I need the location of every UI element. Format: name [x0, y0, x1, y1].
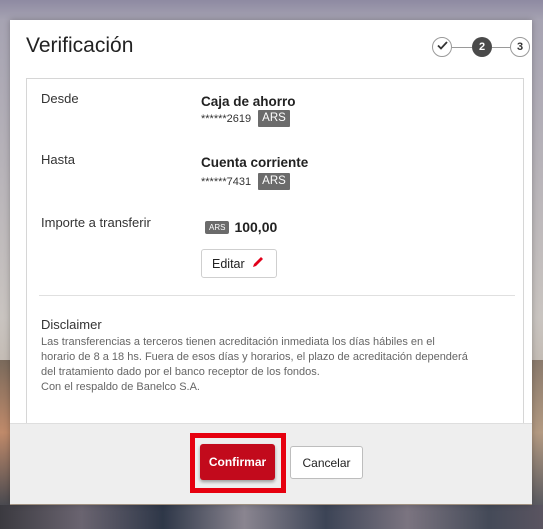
disclaimer-line: Con el respaldo de Banelco S.A. [41, 381, 200, 393]
amount-label: Importe a transferir [41, 215, 151, 230]
to-currency-badge: ARS [258, 173, 290, 190]
edit-button[interactable]: Editar [201, 249, 277, 278]
disclaimer-line: horario de 8 a 18 hs. Fuera de esos días… [41, 351, 468, 363]
cancel-button[interactable]: Cancelar [290, 446, 363, 479]
background-image-right [532, 360, 543, 505]
verification-modal: Verificación 2 3 Desde Caja de ahorro **… [10, 20, 532, 504]
background-image-left [0, 360, 10, 505]
modal-title: Verificación [26, 34, 134, 57]
step-2-current: 2 [472, 37, 492, 57]
modal-footer: Confirmar Cancelar [10, 423, 532, 504]
to-account-details: ******7431 ARS [201, 173, 290, 190]
step-indicator: 2 3 [428, 37, 530, 57]
disclaimer-line: Las transferencias a terceros tienen acr… [41, 336, 435, 348]
transfer-summary: Desde Caja de ahorro ******2619 ARS Hast… [26, 78, 524, 423]
pencil-icon [251, 255, 265, 272]
step-1-completed [432, 37, 452, 57]
from-currency-badge: ARS [258, 110, 290, 127]
background-image-bottom [0, 505, 543, 529]
divider [39, 295, 515, 296]
from-account-number: ******2619 [201, 112, 252, 125]
edit-button-label: Editar [212, 256, 245, 271]
to-label: Hasta [41, 152, 75, 167]
amount-currency-badge: ARS [205, 220, 230, 234]
from-label: Desde [41, 91, 79, 106]
step-3-pending: 3 [510, 37, 530, 57]
to-account-number: ******7431 [201, 175, 252, 188]
amount: ARS 100,00 [205, 219, 277, 235]
step-connector [492, 47, 510, 48]
step-connector [452, 47, 472, 48]
from-account-details: ******2619 ARS [201, 110, 290, 127]
checkmark-icon [436, 41, 448, 53]
confirm-button[interactable]: Confirmar [200, 444, 275, 480]
to-account-name: Cuenta corriente [201, 155, 309, 170]
disclaimer-text: Las transferencias a terceros tienen acr… [41, 335, 517, 395]
disclaimer-title: Disclaimer [41, 317, 102, 332]
from-account-name: Caja de ahorro [201, 94, 296, 109]
disclaimer-line: del tratamiento dado por el banco recept… [41, 366, 320, 378]
amount-value: 100,00 [234, 219, 278, 235]
